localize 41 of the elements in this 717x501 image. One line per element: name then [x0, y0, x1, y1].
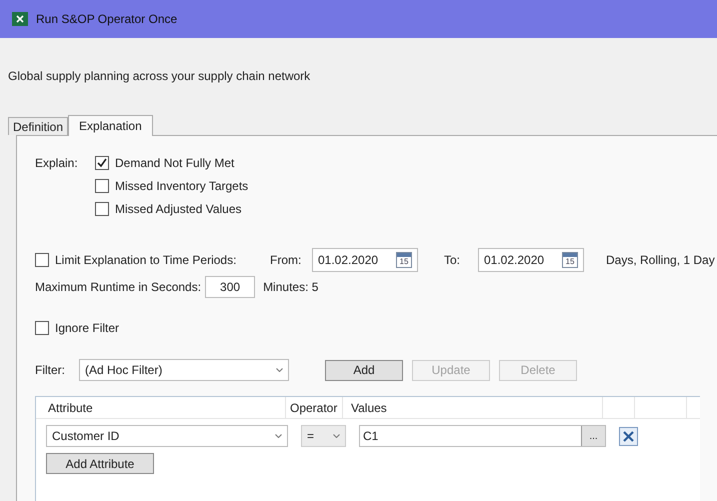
minutes-label: Minutes: 5	[263, 279, 318, 296]
filter-button[interactable]: Add	[325, 360, 403, 380]
column-header: Attribute	[36, 397, 286, 418]
date-field[interactable]: 01.02.2020 15	[312, 248, 418, 272]
checkbox[interactable]	[95, 202, 109, 216]
explain-label: Explain:	[35, 155, 75, 172]
operator-dropdown[interactable]: =	[301, 425, 346, 447]
checkbox[interactable]	[95, 179, 109, 193]
runtime-label: Maximum Runtime in Seconds:	[35, 279, 202, 296]
option-label: Missed Inventory Targets	[115, 178, 248, 195]
period-label: Days, Rolling, 1 Day	[606, 252, 715, 269]
browse-button[interactable]: ...	[581, 426, 605, 446]
option-label: Missed Adjusted Values	[115, 201, 242, 218]
checkbox[interactable]	[35, 253, 49, 267]
delete-icon[interactable]	[619, 426, 638, 446]
column-header: Operator	[286, 397, 343, 418]
filter-dropdown[interactable]: (Ad Hoc Filter)	[79, 359, 289, 381]
spreadsheet-icon	[12, 12, 28, 26]
chevron-icon	[333, 434, 340, 438]
calendar-icon[interactable]: 15	[396, 252, 412, 268]
filter-label: Filter:	[35, 362, 66, 379]
calendar-icon[interactable]: 15	[562, 252, 578, 268]
window-title: Run S&OP Operator Once	[36, 11, 178, 28]
chevron-icon	[276, 368, 283, 372]
to-label: To:	[444, 252, 462, 269]
chevron-icon	[275, 434, 282, 438]
date-field[interactable]: 01.02.2020 15	[478, 248, 584, 272]
limit-label: Limit Explanation to Time Periods:	[55, 252, 238, 269]
from-label: From:	[270, 252, 302, 269]
checkbox[interactable]	[95, 156, 109, 170]
tab[interactable]: Definition	[8, 117, 68, 135]
values-field[interactable]: C1 ...	[359, 425, 606, 447]
checkbox[interactable]	[35, 321, 49, 335]
ignore-filter-label: Ignore Filter	[55, 320, 120, 337]
column-header: Values	[343, 397, 603, 418]
option-label: Demand Not Fully Met	[115, 155, 234, 172]
runtime-field[interactable]: 300	[205, 276, 256, 298]
description: Global supply planning across your supply chain network	[8, 69, 310, 83]
attribute-dropdown[interactable]: Customer ID	[46, 425, 288, 447]
tab[interactable]: Explanation	[68, 115, 153, 136]
add-attribute-button[interactable]: Add Attribute	[46, 453, 154, 474]
